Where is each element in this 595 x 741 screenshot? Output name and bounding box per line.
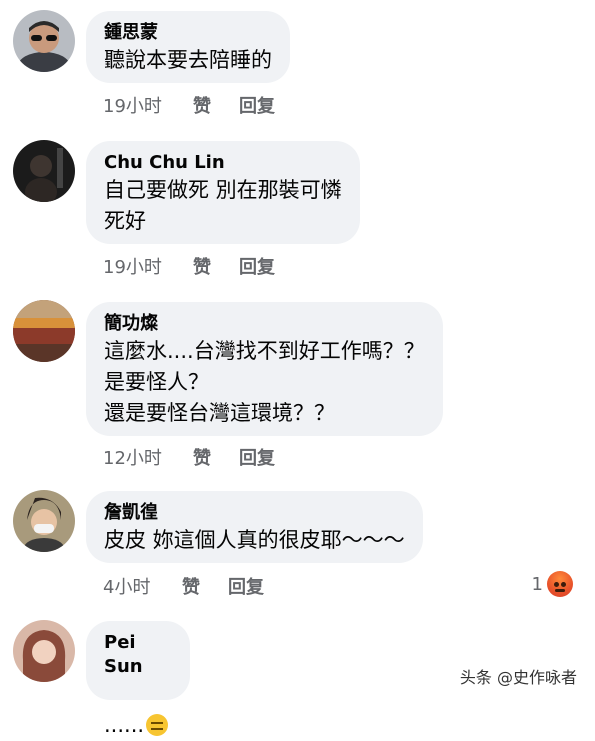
reply-button[interactable]: 回复 — [228, 573, 264, 599]
comment-text: 自己要做死 別在那裝可憐 死好 — [104, 178, 342, 233]
watermark: 头条 @史作咏者 — [455, 662, 581, 690]
like-button[interactable]: 赞 — [182, 573, 228, 599]
comment-bubble: Chu Chu Lin 自己要做死 別在那裝可憐 死好 — [86, 141, 360, 244]
comment-bubble: Pei Sun ...... — [86, 621, 190, 737]
comment-time[interactable]: 19小时 — [103, 92, 193, 118]
comment-author[interactable]: Pei Sun — [104, 631, 172, 679]
reaction-count: 1 — [531, 573, 543, 595]
comment-actions: 19小时 赞 回复 — [103, 92, 275, 118]
comment-text: 這麼水....台灣找不到好工作嗎？？ 是要怪人？ 還是要怪台灣這環境？？ — [104, 339, 425, 425]
avatar[interactable] — [13, 490, 75, 552]
comment-author[interactable]: 簡功燦 — [104, 312, 425, 336]
expressionless-face-icon — [146, 714, 169, 736]
comment-author[interactable]: 鍾思蒙 — [104, 21, 272, 45]
avatar[interactable] — [13, 140, 75, 202]
like-button[interactable]: 赞 — [193, 444, 239, 470]
comment-text-row: ...... — [104, 679, 172, 741]
comment-text: 皮皮 妳這個人真的很皮耶～～～ — [104, 528, 405, 552]
like-button[interactable]: 赞 — [193, 253, 239, 279]
reply-button[interactable]: 回复 — [239, 253, 275, 279]
reply-button[interactable]: 回复 — [239, 444, 275, 470]
comment-author[interactable]: 詹凱徨 — [104, 501, 405, 525]
comment-time[interactable]: 4小时 — [103, 573, 182, 599]
reply-button[interactable]: 回复 — [239, 92, 275, 118]
comment-bubble: 簡功燦 這麼水....台灣找不到好工作嗎？？ 是要怪人？ 還是要怪台灣這環境？？ — [86, 302, 443, 436]
avatar[interactable] — [13, 10, 75, 72]
avatar[interactable] — [13, 300, 75, 362]
like-button[interactable]: 赞 — [193, 92, 239, 118]
comment-bubble: 詹凱徨 皮皮 妳這個人真的很皮耶～～～ — [86, 491, 423, 563]
comment-time[interactable]: 12小时 — [103, 444, 193, 470]
angry-reaction-icon — [547, 571, 573, 597]
comment-actions: 19小时 赞 回复 — [103, 253, 275, 279]
reaction-summary[interactable]: 1 — [532, 571, 573, 597]
comment-text: ...... — [104, 713, 145, 737]
comment-time[interactable]: 19小时 — [103, 253, 193, 279]
comment-text: 聽說本要去陪睡的 — [104, 48, 272, 72]
comment-bubble: 鍾思蒙 聽說本要去陪睡的 — [86, 11, 290, 83]
comment-actions: 12小时 赞 回复 — [103, 444, 275, 470]
comment-author[interactable]: Chu Chu Lin — [104, 151, 342, 175]
avatar[interactable] — [13, 620, 75, 682]
comment-actions: 4小时 赞 回复 — [103, 573, 264, 599]
